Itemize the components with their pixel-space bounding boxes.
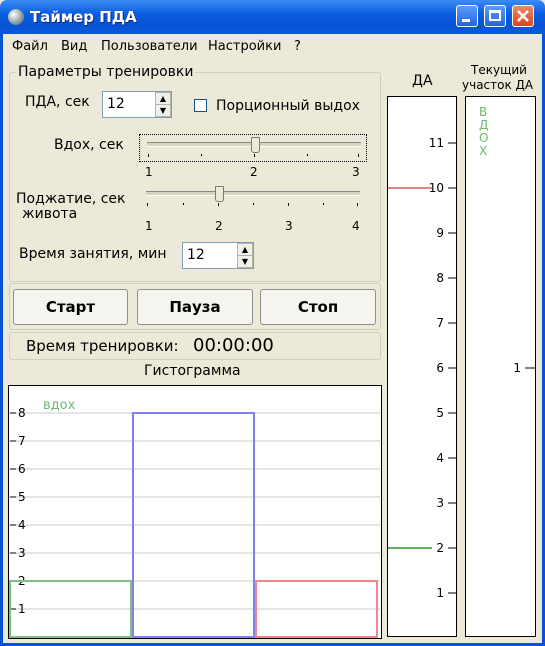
window-title: Таймер ПДА [30,8,137,26]
current-segment-scale: 1 В Д О Х [465,96,536,637]
histogram-y-tick-label: 7 [18,434,26,448]
press-tick-1: 1 [145,219,153,233]
menu-file[interactable]: Файл [12,39,48,54]
current-segment-phase-label: ВДОХ [479,105,488,158]
press-slider-track [146,191,360,196]
current-segment-title-line2: участок ДА [462,78,534,92]
stop-button[interactable]: Стоп [260,289,376,325]
inhale-tick-mark [254,154,255,157]
session-down-button[interactable]: ▼ [237,255,253,268]
da-tick-label: 3 [436,496,444,510]
pda-label: ПДА, сек [25,94,90,110]
arrow-down-icon: ▼ [241,257,249,266]
inhale-tick-2: 2 [250,165,258,179]
da-tick-label: 4 [436,451,444,465]
training-time-value: 00:00:00 [193,335,274,356]
histogram-y-tick-label: 3 [18,546,26,560]
da-tick-label: 9 [436,226,444,240]
inhale-tick-3: 3 [352,165,360,179]
pda-value: 12 [107,96,125,112]
pda-spinner[interactable]: 12 ▲ ▼ [102,91,172,118]
da-scale-frame [387,96,457,637]
menu-view[interactable]: Вид [61,39,87,54]
training-time-label: Время тренировки: [26,337,179,355]
inhale-tick-mark [148,154,149,157]
app-icon [8,9,24,25]
start-button[interactable]: Старт [13,289,128,325]
portion-exhale-checkbox[interactable] [194,99,207,112]
pda-down-button[interactable]: ▼ [155,104,171,117]
press-tick-mark [183,203,184,205]
press-tick-mark [323,203,324,205]
histogram-y-tick-label: 1 [18,602,26,616]
da-scale: 1234567891011 [387,96,457,637]
menu-settings[interactable]: Настройки [208,39,281,54]
press-tick-mark [253,203,254,205]
da-tick-label: 8 [436,271,444,285]
press-tick-3: 3 [285,219,293,233]
histogram-phase-label: вдох [43,398,76,413]
press-slider[interactable] [139,184,367,212]
histogram-title: Гистограмма [144,363,241,379]
maximize-button[interactable] [484,5,506,27]
da-tick-label: 2 [436,541,444,555]
press-slider-thumb[interactable] [215,186,224,202]
press-label-line2: живота [22,206,78,222]
session-duration-spinner[interactable]: 12 ▲ ▼ [182,242,254,269]
minimize-button[interactable] [456,5,478,27]
press-tick-mark [288,203,289,206]
session-duration-label: Время занятия, мин [19,246,167,262]
portion-exhale-label: Порционный выдох [216,98,360,114]
press-tick-mark [357,203,358,206]
press-tick-4: 4 [352,219,360,233]
histogram-frame [8,385,382,639]
training-params-title: Параметры тренировки [16,64,196,80]
title-bar[interactable]: Таймер ПДА [0,0,545,34]
press-tick-mark [147,203,148,206]
arrow-down-icon: ▼ [159,106,167,115]
histogram-chart: 12345678 вдох [8,385,382,639]
inhale-tick-mark [358,154,359,157]
da-tick-label: 11 [429,136,444,150]
current-segment-frame [465,96,536,637]
da-tick-label: 1 [436,586,444,600]
histogram-y-tick-label: 6 [18,462,26,476]
arrow-up-icon: ▲ [159,94,167,103]
pause-button[interactable]: Пауза [137,289,253,325]
press-label: Поджатие, сек [16,191,126,207]
inhale-slider-thumb[interactable] [251,137,260,153]
histogram-y-tick-label: 4 [18,518,26,532]
histogram-y-tick-label: 5 [18,490,26,504]
inhale-label: Вдох, сек [54,137,124,153]
current-segment-title: Текущий [471,63,527,77]
press-tick-mark [218,203,219,206]
inhale-slider[interactable] [139,134,367,162]
close-icon [517,10,529,22]
menu-bar: Файл Вид Пользователи Настройки ? [3,34,542,58]
menu-users[interactable]: Пользователи [101,39,198,54]
window-frame-left [0,34,3,646]
minimize-icon [462,19,470,22]
close-button[interactable] [512,5,534,27]
da-scale-title: ДА [412,73,433,89]
maximize-icon [489,10,501,21]
current-segment-tick-label: 1 [513,361,521,375]
da-tick-label: 7 [436,316,444,330]
inhale-tick-1: 1 [145,165,153,179]
inhale-tick-mark [307,154,308,156]
press-tick-2: 2 [215,219,223,233]
histogram-y-tick-label: 8 [18,406,26,420]
session-duration-value: 12 [187,247,205,263]
arrow-up-icon: ▲ [241,245,249,254]
inhale-tick-mark [201,154,202,156]
da-tick-label: 6 [436,361,444,375]
da-tick-label: 5 [436,406,444,420]
menu-help[interactable]: ? [294,39,301,54]
